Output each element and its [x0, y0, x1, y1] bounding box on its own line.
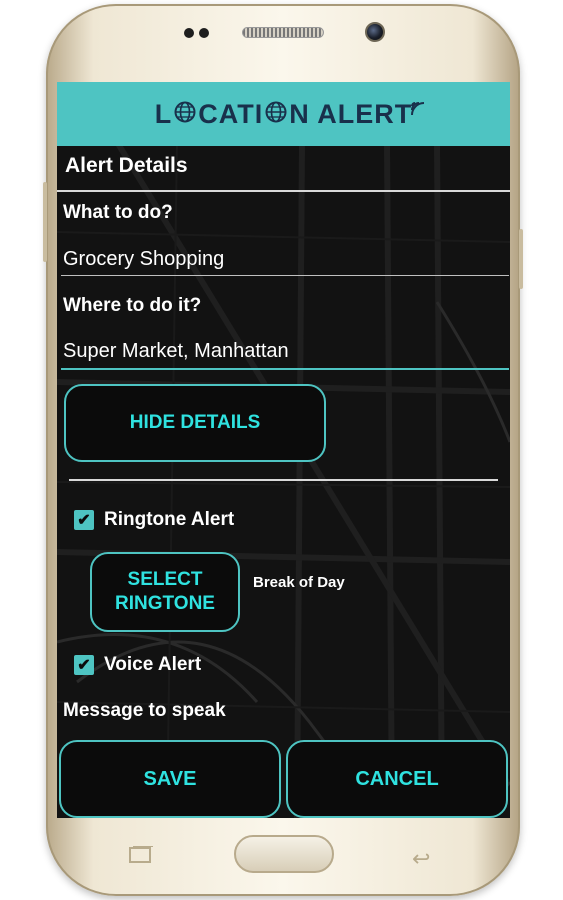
recent-apps-icon[interactable]: [128, 845, 154, 869]
app-screen: L CATI N ALERT Alert Details What to do?…: [57, 82, 510, 818]
what-label: What to do?: [63, 202, 173, 223]
earpiece-speaker: [242, 27, 324, 38]
hide-details-button[interactable]: HIDE DETAILS: [64, 384, 326, 462]
voice-alert-checkbox[interactable]: ✔: [74, 655, 94, 675]
home-button[interactable]: [234, 835, 334, 873]
selected-ringtone-name: Break of Day: [253, 574, 345, 591]
sensor-dot: [184, 28, 194, 38]
back-icon[interactable]: ↩: [412, 846, 430, 872]
select-ringtone-line2: RINGTONE: [115, 593, 215, 614]
logo-text-part: N ALERT: [289, 98, 413, 129]
globe-icon: [174, 99, 196, 130]
what-field[interactable]: Grocery Shopping: [63, 248, 224, 271]
message-to-speak-label: Message to speak: [63, 700, 226, 721]
screenshot: L CATI N ALERT Alert Details What to do?…: [0, 0, 563, 900]
select-ringtone-line1: SELECT: [127, 569, 203, 591]
globe-icon: [265, 99, 287, 130]
field-underline: [61, 275, 509, 276]
signal-waves-icon: [410, 93, 426, 124]
ringtone-alert-label: Ringtone Alert: [104, 509, 235, 530]
field-underline-active: [61, 368, 509, 370]
logo-text-part: L: [154, 98, 173, 129]
front-camera: [365, 22, 385, 42]
select-ringtone-button[interactable]: SELECT RINGTONE: [90, 552, 240, 632]
logo-text-part: CATI: [198, 98, 264, 129]
ringtone-alert-checkbox[interactable]: ✔: [74, 510, 94, 530]
divider: [57, 190, 510, 192]
voice-alert-label: Voice Alert: [104, 654, 202, 675]
where-field[interactable]: Super Market, Manhattan: [63, 340, 289, 363]
section-title: Alert Details: [65, 154, 188, 177]
volume-button: [43, 182, 47, 262]
app-logo: L CATI N ALERT: [154, 98, 425, 130]
divider: [69, 479, 498, 481]
cancel-button[interactable]: CANCEL: [286, 740, 508, 818]
power-button: [519, 229, 523, 289]
app-header: L CATI N ALERT: [57, 82, 510, 146]
sensor-dot: [199, 28, 209, 38]
save-button[interactable]: SAVE: [59, 740, 281, 818]
where-label: Where to do it?: [63, 295, 202, 316]
